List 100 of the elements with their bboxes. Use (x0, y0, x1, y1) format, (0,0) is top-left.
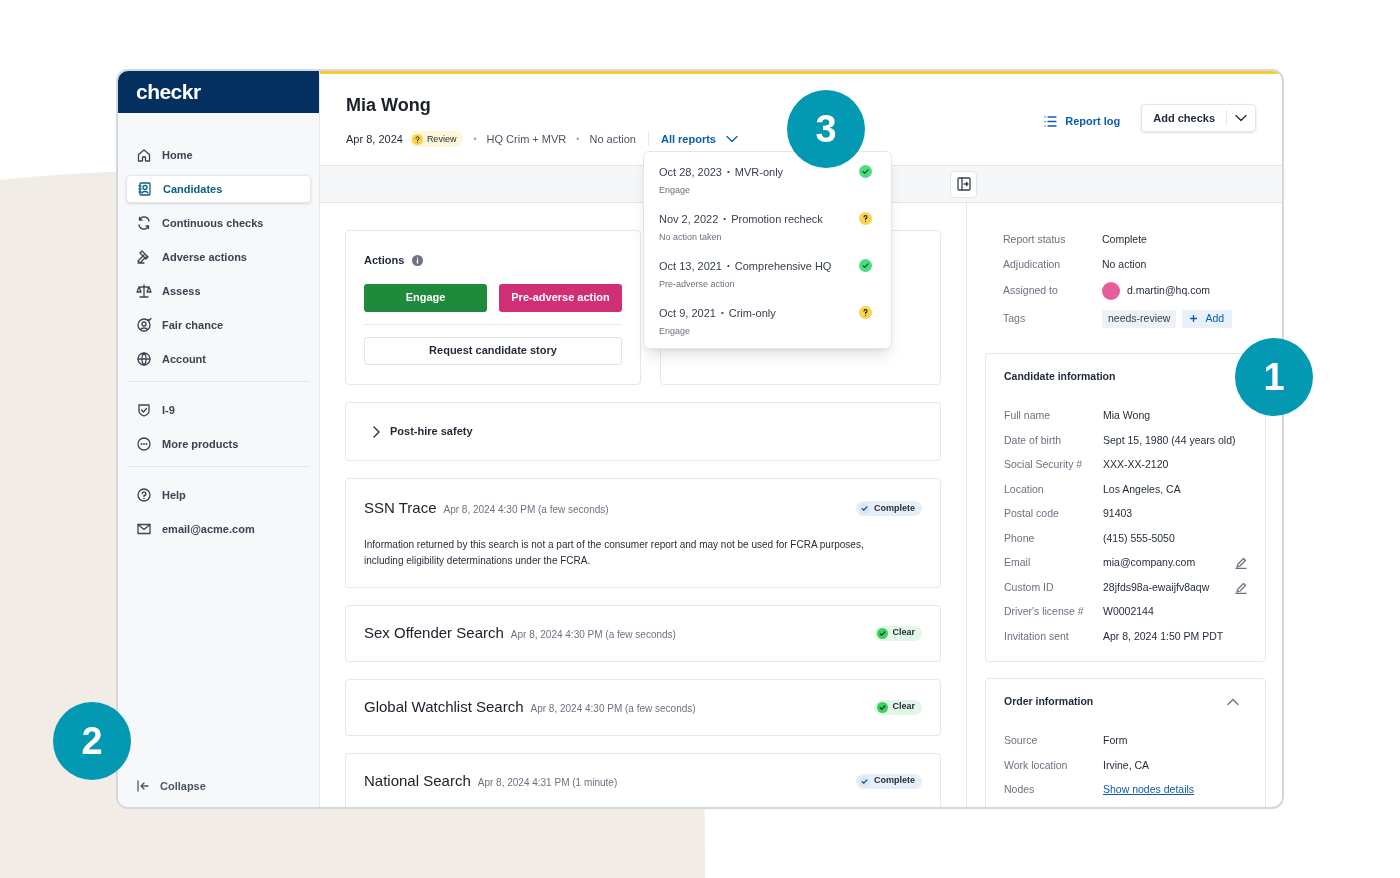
action-button[interactable]: Request candidate story (364, 336, 622, 365)
screening-title: National Search (364, 770, 471, 791)
home-icon (136, 147, 152, 163)
add-tag-button[interactable]: Add (1182, 309, 1233, 328)
card-title: Actions (364, 253, 405, 268)
screening-timestamp: Apr 8, 2024 4:30 PM (a few seconds) (510, 627, 677, 642)
refresh-icon (136, 215, 152, 231)
field-label: Custom ID (1004, 579, 1055, 595)
field-value: W0002144 (1103, 604, 1155, 620)
field-value: Sept 15, 1980 (44 years old) (1103, 432, 1237, 448)
separator-dot: • (576, 132, 580, 146)
disclaimer-text: Information returned by this search is not a part of the consumer report and may not be used for FCRA purposes, including eligibility determinations under the FCRA. (364, 537, 865, 568)
field-value: Form (1103, 733, 1129, 749)
section-title: Post-hire safety (390, 424, 473, 440)
field-value: 91403 (1103, 506, 1134, 522)
more-icon (136, 436, 152, 452)
report-name: Comprehensive HQ (734, 259, 832, 274)
report-result: Engage (659, 183, 692, 197)
field-label: Adjudication (1003, 256, 1062, 272)
nav-item[interactable]: I-9 (126, 396, 311, 424)
field-value: Los Angeles, CA (1103, 481, 1182, 497)
details-link[interactable]: Show nodes details (1103, 782, 1247, 799)
check-icon (859, 775, 870, 787)
screening-timestamp: Apr 8, 2024 4:30 PM (a few seconds) (530, 701, 697, 716)
panel-toggle-button[interactable] (950, 170, 977, 198)
field-label: Email (1004, 555, 1032, 571)
field-value: 28jfds98a-ewaijfv8aqw (1103, 579, 1211, 595)
question-icon (859, 306, 872, 319)
adjudication-status: No action (589, 132, 636, 147)
separator-dot: • (473, 132, 477, 146)
separator-dot: • (727, 166, 730, 179)
report-menu-item[interactable]: Oct 13, 2021 • Comprehensive HQ Pre-adverse action (659, 258, 876, 291)
field-value: Apr 8, 2024 1:50 PM PDT (1103, 628, 1225, 644)
field-label: Work location (1004, 757, 1069, 773)
report-menu-item[interactable]: Oct 9, 2021 • Crim-only Engage (659, 305, 876, 338)
question-icon (411, 133, 423, 145)
report-result: Pre-adverse action (659, 277, 736, 291)
action-button[interactable]: Pre-adverse action (499, 283, 622, 312)
field-value: d.martin@hq.com (1127, 282, 1211, 298)
separator-dot: • (727, 260, 730, 273)
check-icon (877, 701, 889, 713)
candidate-name: Mia Wong (346, 94, 432, 117)
field-label: Driver's license # (1004, 604, 1085, 620)
tag: needs-review (1102, 309, 1177, 328)
status-badge: Clear (874, 625, 922, 641)
nav-item[interactable]: Candidates (126, 175, 311, 203)
field-value: mia@company.com (1103, 555, 1197, 571)
field-value: Irvine, CA (1103, 757, 1151, 773)
collapse-icon (136, 779, 150, 793)
question-icon (859, 212, 872, 225)
field-label: Postal code (1004, 506, 1060, 522)
report-name: Crim-only (728, 306, 776, 321)
report-menu-item[interactable]: Nov 2, 2022 • Promotion recheck No action taken (659, 211, 876, 244)
contact-card-icon (137, 181, 153, 197)
field-label: Nodes (1004, 782, 1036, 798)
report-result: No action taken (659, 230, 723, 244)
logo: checkr (136, 79, 201, 106)
report-date: Oct 28, 2023 (659, 165, 722, 180)
mail-icon (136, 521, 152, 537)
nav-item[interactable]: Help (126, 481, 311, 509)
nav-item[interactable]: Adverse actions (126, 243, 311, 271)
nav-item[interactable]: Account (126, 345, 311, 373)
nav-item[interactable]: Fair chance (126, 311, 311, 339)
scale-icon (136, 283, 152, 299)
action-button[interactable]: Engage (364, 283, 487, 312)
separator-dot: • (723, 213, 727, 226)
nav-item[interactable]: email@acme.com (126, 515, 311, 543)
nav-item[interactable]: Home (126, 141, 311, 169)
screening-title: Sex Offender Search (364, 622, 504, 643)
report-date: Oct 13, 2021 (659, 259, 722, 274)
nav-item[interactable]: More products (126, 430, 311, 458)
status-badge: Clear (874, 699, 922, 715)
person-check-icon (136, 317, 152, 333)
info-icon (412, 254, 424, 266)
add-checks-button[interactable]: Add checks (1141, 104, 1256, 132)
field-label: Source (1004, 733, 1039, 749)
field-label: Full name (1004, 408, 1052, 424)
report-date: Apr 8, 2024 (346, 132, 403, 147)
nav-item[interactable]: Assess (126, 277, 311, 305)
collapse-button[interactable]: Collapse (136, 775, 301, 797)
report-log-link[interactable]: Report log (1044, 113, 1121, 130)
post-hire-safety-row[interactable]: Post-hire safety (345, 402, 941, 461)
reports-dropdown[interactable]: All reports (660, 131, 738, 148)
nav-item[interactable]: Continuous checks (126, 209, 311, 237)
screening-timestamp: Apr 8, 2024 4:31 PM (1 minute) (477, 775, 619, 790)
screening-title: SSN Trace (364, 498, 437, 518)
panel-expand-icon (956, 177, 971, 191)
field-label: Report status (1003, 231, 1067, 247)
field-label: Tags (1003, 310, 1027, 326)
field-label: Social Security # (1004, 457, 1084, 473)
field-label: Assigned to (1003, 282, 1059, 298)
report-result: Engage (659, 324, 692, 338)
field-label: Invitation sent (1004, 628, 1070, 644)
plus-icon (1190, 315, 1198, 322)
field-label: Date of birth (1004, 432, 1063, 448)
list-icon (1044, 115, 1058, 127)
separator-dot: • (720, 307, 724, 320)
field-label: Location (1004, 481, 1045, 497)
status-badge: Complete (856, 500, 922, 516)
field-value: Complete (1102, 231, 1147, 247)
